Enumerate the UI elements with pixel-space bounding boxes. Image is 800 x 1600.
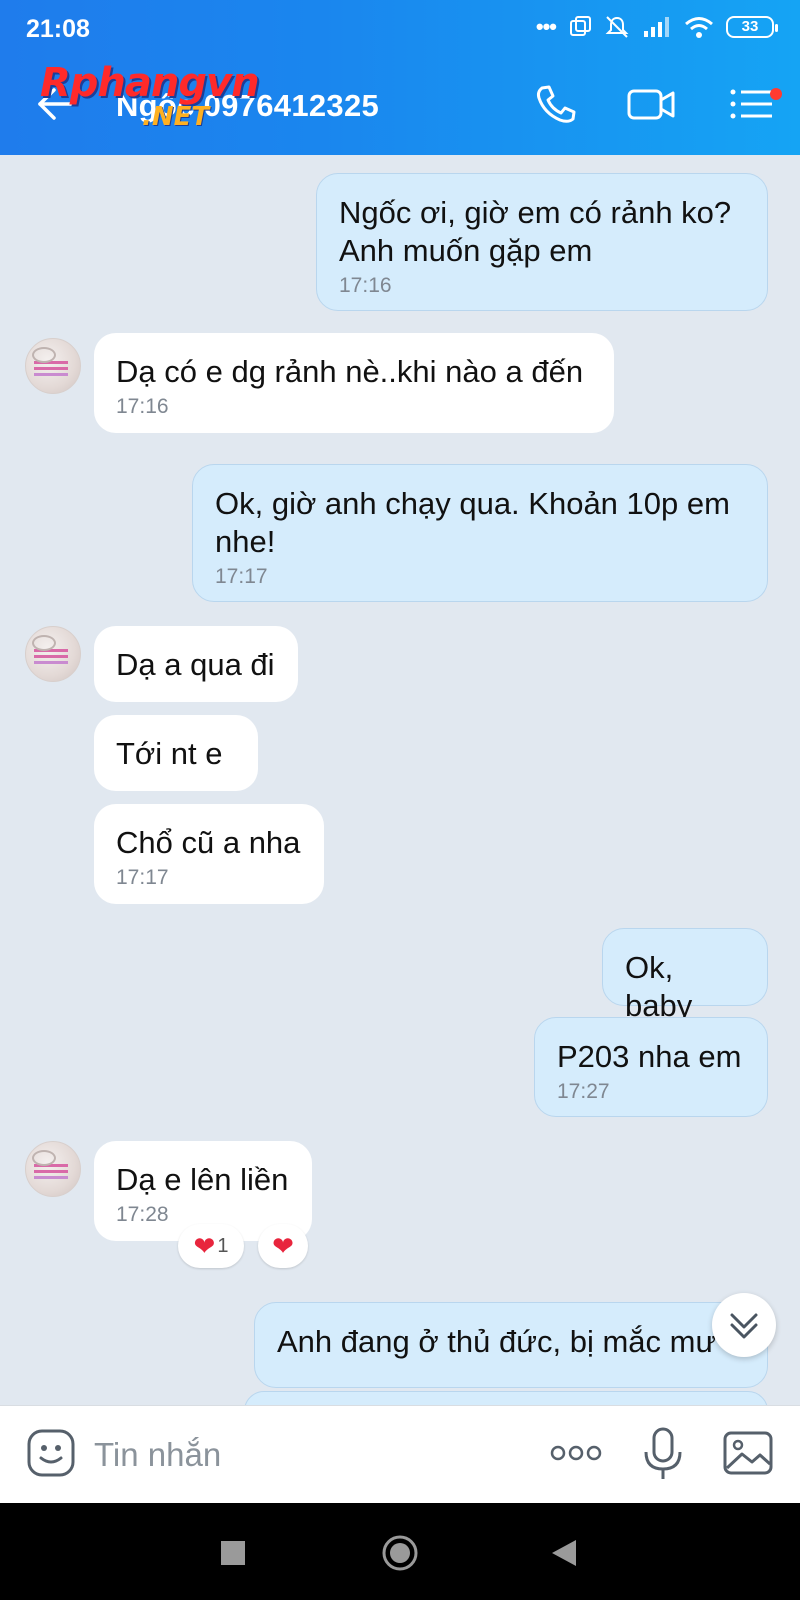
message-bubble-out[interactable]: Ok, giờ anh chạy qua. Khoản 10p em nhe! … [192,464,768,602]
top-bar: 21:08 ••• 33 Ngốc 0976412325 Rphangvn .N… [0,0,800,155]
contact-avatar[interactable] [25,338,81,394]
message-bubble-out[interactable]: Anh đang ở thủ đức, bị mắc mư [254,1302,768,1388]
recents-button-icon[interactable] [220,1540,246,1566]
message-bubble-in[interactable]: Dạ a qua đi [94,626,298,702]
screen-cast-icon [570,16,591,36]
message-text: Dạ a qua đi [116,647,275,682]
message-time: 17:17 [116,866,169,889]
message-bubble-out[interactable]: Ok, baby [602,928,768,1023]
message-text: Ok, giờ anh chạy qua. Khoản 10p em nhe! [215,486,730,559]
double-chevron-down-icon [730,1313,758,1339]
chat-header: Ngốc 0976412325 Rphangvn .NET [0,56,800,155]
message-bubble-out[interactable]: P203 nha em 17:27 [534,1017,768,1117]
mute-icon [605,16,629,38]
contact-avatar[interactable] [25,626,81,682]
heart-icon: ❤ [193,1231,216,1261]
phone-call-icon[interactable] [532,82,582,126]
status-icons: ••• 33 [535,14,778,40]
message-time: 17:27 [557,1080,610,1103]
message-bubble-in[interactable]: Dạ có e dg rảnh nè..khi nào a đến 17:16 [94,333,614,433]
notification-dots-icon: ••• [535,14,557,39]
reaction-summary[interactable]: ❤ 1 [178,1224,244,1268]
menu-list-icon[interactable] [728,82,778,126]
message-text: Chổ cũ a nha [116,825,301,860]
status-bar: 21:08 ••• 33 [0,0,800,56]
signal-icon [644,17,669,37]
message-bubble-out[interactable]: Ngốc ơi, giờ em có rảnh ko? Anh muốn gặp… [316,173,768,311]
wifi-icon [685,17,713,38]
message-text: Ngốc ơi, giờ em có rảnh ko? Anh muốn gặp… [339,195,732,268]
back-arrow-icon[interactable] [34,82,78,126]
message-text: Tới nt e [116,736,223,771]
message-text: Anh đang ở thủ đức, bị mắc mư [277,1324,717,1359]
reaction-count: 1 [217,1234,229,1257]
chat-area[interactable]: Ngốc ơi, giờ em có rảnh ko? Anh muốn gặp… [0,155,800,1405]
more-options-icon[interactable] [548,1428,604,1478]
heart-icon: ❤ [272,1231,294,1261]
contact-name[interactable]: Ngốc 0976412325 [116,88,379,124]
message-text: Ok, baby [625,950,693,1023]
back-button-icon[interactable] [550,1538,578,1568]
image-gallery-icon[interactable] [722,1428,774,1478]
home-button-icon[interactable] [380,1533,420,1573]
message-time: 17:17 [215,565,268,588]
scroll-to-bottom-button[interactable] [712,1293,776,1357]
message-text: Dạ có e dg rảnh nè..khi nào a đến [116,354,584,389]
notification-dot [770,88,782,100]
message-text: Dạ e lên liền [116,1162,289,1197]
system-nav-bar [0,1503,800,1600]
message-input[interactable]: Tin nhắn [94,1436,221,1474]
sticker-icon[interactable] [26,1428,76,1478]
microphone-icon[interactable] [640,1426,686,1482]
battery-icon: 33 [726,16,778,38]
message-bubble-in[interactable]: Chổ cũ a nha 17:17 [94,804,324,904]
message-input-bar: Tin nhắn [0,1405,800,1503]
message-time: 17:16 [339,274,392,297]
video-call-icon[interactable] [626,82,676,126]
message-bubble-in[interactable]: Tới nt e [94,715,258,791]
message-time: 17:16 [116,395,169,418]
contact-avatar[interactable] [25,1141,81,1197]
react-heart-button[interactable]: ❤ [258,1224,308,1268]
message-bubble-out-partial[interactable] [244,1391,768,1405]
message-text: P203 nha em [557,1039,742,1074]
status-time: 21:08 [26,15,90,43]
